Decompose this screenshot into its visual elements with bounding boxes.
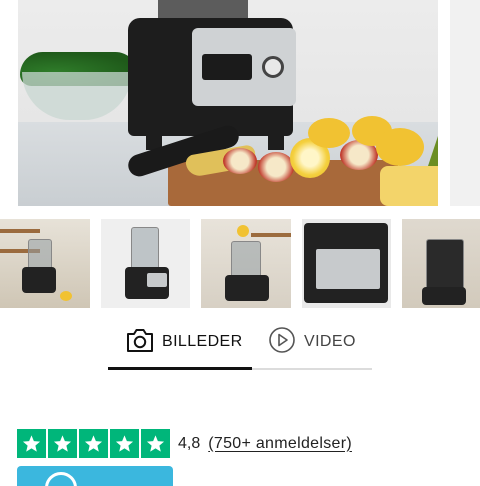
tab-photos[interactable]: BILLEDER xyxy=(126,325,243,359)
tab-video[interactable]: VIDEO xyxy=(268,325,356,359)
blender-control-panel xyxy=(192,28,296,106)
thumbnail[interactable] xyxy=(302,219,391,308)
tab-video-label: VIDEO xyxy=(304,333,356,350)
blender-base xyxy=(422,287,466,305)
thumbnail-strip xyxy=(0,219,480,308)
pineapple-slice xyxy=(380,166,438,206)
lemon xyxy=(308,118,350,148)
star-icon xyxy=(79,429,108,458)
camera-icon xyxy=(126,327,154,358)
blender-foot xyxy=(268,136,284,150)
lemon xyxy=(376,128,424,166)
thumbnail[interactable] xyxy=(201,219,291,308)
rating-value: 4,8 xyxy=(178,434,201,452)
star-icon xyxy=(17,429,46,458)
glass-bowl xyxy=(22,72,132,120)
lemon xyxy=(60,291,72,301)
trustpilot-stars xyxy=(17,429,170,458)
blender-jar xyxy=(28,239,52,269)
star-icon xyxy=(141,429,170,458)
star-icon xyxy=(48,429,77,458)
blender-base xyxy=(22,267,56,293)
apple-slice xyxy=(258,152,294,182)
reviews-link[interactable]: (750+ anmeldelser) xyxy=(208,435,352,453)
blender-display xyxy=(202,54,252,80)
next-image-peek[interactable] xyxy=(450,0,480,206)
promo-badge xyxy=(17,466,173,486)
badge-ring-icon xyxy=(45,472,77,486)
blender-jar xyxy=(131,227,159,269)
blender-control-panel xyxy=(316,249,380,289)
shelf xyxy=(251,233,291,237)
main-product-image[interactable] xyxy=(18,0,438,206)
thumbnail[interactable] xyxy=(0,219,90,308)
blender-jar xyxy=(426,239,464,291)
shelf xyxy=(0,229,40,233)
blender-jar xyxy=(231,241,261,277)
tab-photos-label: BILLEDER xyxy=(162,333,243,350)
blender-knob xyxy=(262,56,284,78)
blender-control-panel xyxy=(147,273,167,287)
review-rating: 4,8 (750+ anmeldelser) xyxy=(17,429,352,458)
play-icon xyxy=(268,326,296,359)
star-icon xyxy=(110,429,139,458)
blender-base xyxy=(225,275,269,301)
thumbnail[interactable] xyxy=(402,219,480,308)
apple-slice xyxy=(223,148,257,174)
media-tabs: BILLEDER VIDEO xyxy=(108,325,372,371)
tab-active-indicator xyxy=(108,367,252,370)
thumbnail[interactable] xyxy=(101,219,190,308)
lemon xyxy=(237,225,249,237)
